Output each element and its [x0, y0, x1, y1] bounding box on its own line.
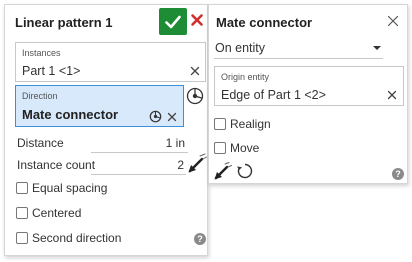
cancel-button[interactable]: [190, 13, 204, 27]
clear-icon[interactable]: [387, 90, 397, 100]
clear-icon[interactable]: [190, 66, 200, 76]
origin-entity-field[interactable]: Origin entity Edge of Part 1 <2>: [214, 66, 404, 106]
dialog-header: Linear pattern 1: [5, 5, 207, 39]
mate-connector-icon[interactable]: [186, 87, 204, 105]
realign-label: Realign: [230, 117, 271, 131]
distance-label: Distance: [17, 136, 64, 150]
dropdown-underline: [214, 58, 383, 59]
entity-type-dropdown[interactable]: On entity: [215, 41, 265, 55]
move-label: Move: [230, 141, 260, 155]
instances-value: Part 1 <1>: [22, 64, 81, 78]
clear-icon[interactable]: [167, 112, 177, 122]
close-icon[interactable]: [387, 15, 399, 27]
centered-label: Centered: [32, 206, 82, 220]
instances-field[interactable]: Instances Part 1 <1>: [15, 42, 206, 82]
check-icon: [165, 15, 181, 28]
help-icon[interactable]: ?: [392, 168, 404, 180]
dialog-title: Mate connector: [216, 15, 313, 30]
direction-label: Direction: [22, 91, 58, 101]
origin-entity-label: Origin entity: [221, 72, 270, 82]
help-icon[interactable]: ?: [194, 233, 206, 245]
move-checkbox[interactable]: [214, 142, 226, 154]
direction-flip-arrow-icon[interactable]: [187, 152, 209, 174]
linear-pattern-dialog: Linear pattern 1 Instances Part 1 <1> Di…: [4, 4, 208, 256]
realign-checkbox[interactable]: [214, 118, 226, 130]
instance-count-label: Instance count: [17, 158, 96, 172]
distance-input[interactable]: 1 in: [95, 136, 185, 150]
equal-spacing-label: Equal spacing: [32, 181, 108, 195]
second-direction-checkbox[interactable]: [16, 232, 28, 244]
mate-connector-dialog: Mate connector On entity Origin entity E…: [208, 4, 408, 184]
dialog-title: Linear pattern 1: [15, 15, 113, 30]
second-direction-label: Second direction: [32, 231, 122, 245]
mate-connector-icon: [149, 110, 162, 123]
close-icon: [191, 14, 203, 26]
cycle-icon[interactable]: [236, 162, 254, 180]
instance-count-underline: [91, 174, 186, 175]
caret-down-icon: [373, 46, 381, 50]
instances-label: Instances: [22, 48, 61, 58]
direction-flip-arrow-icon[interactable]: [213, 161, 233, 181]
instance-count-input[interactable]: 2: [125, 158, 184, 172]
direction-value: Mate connector: [22, 107, 119, 122]
accept-button[interactable]: [159, 8, 187, 35]
origin-entity-value: Edge of Part 1 <2>: [221, 88, 326, 102]
centered-checkbox[interactable]: [16, 207, 28, 219]
direction-field[interactable]: Direction Mate connector: [15, 85, 184, 127]
distance-underline: [91, 152, 188, 153]
equal-spacing-checkbox[interactable]: [16, 182, 28, 194]
